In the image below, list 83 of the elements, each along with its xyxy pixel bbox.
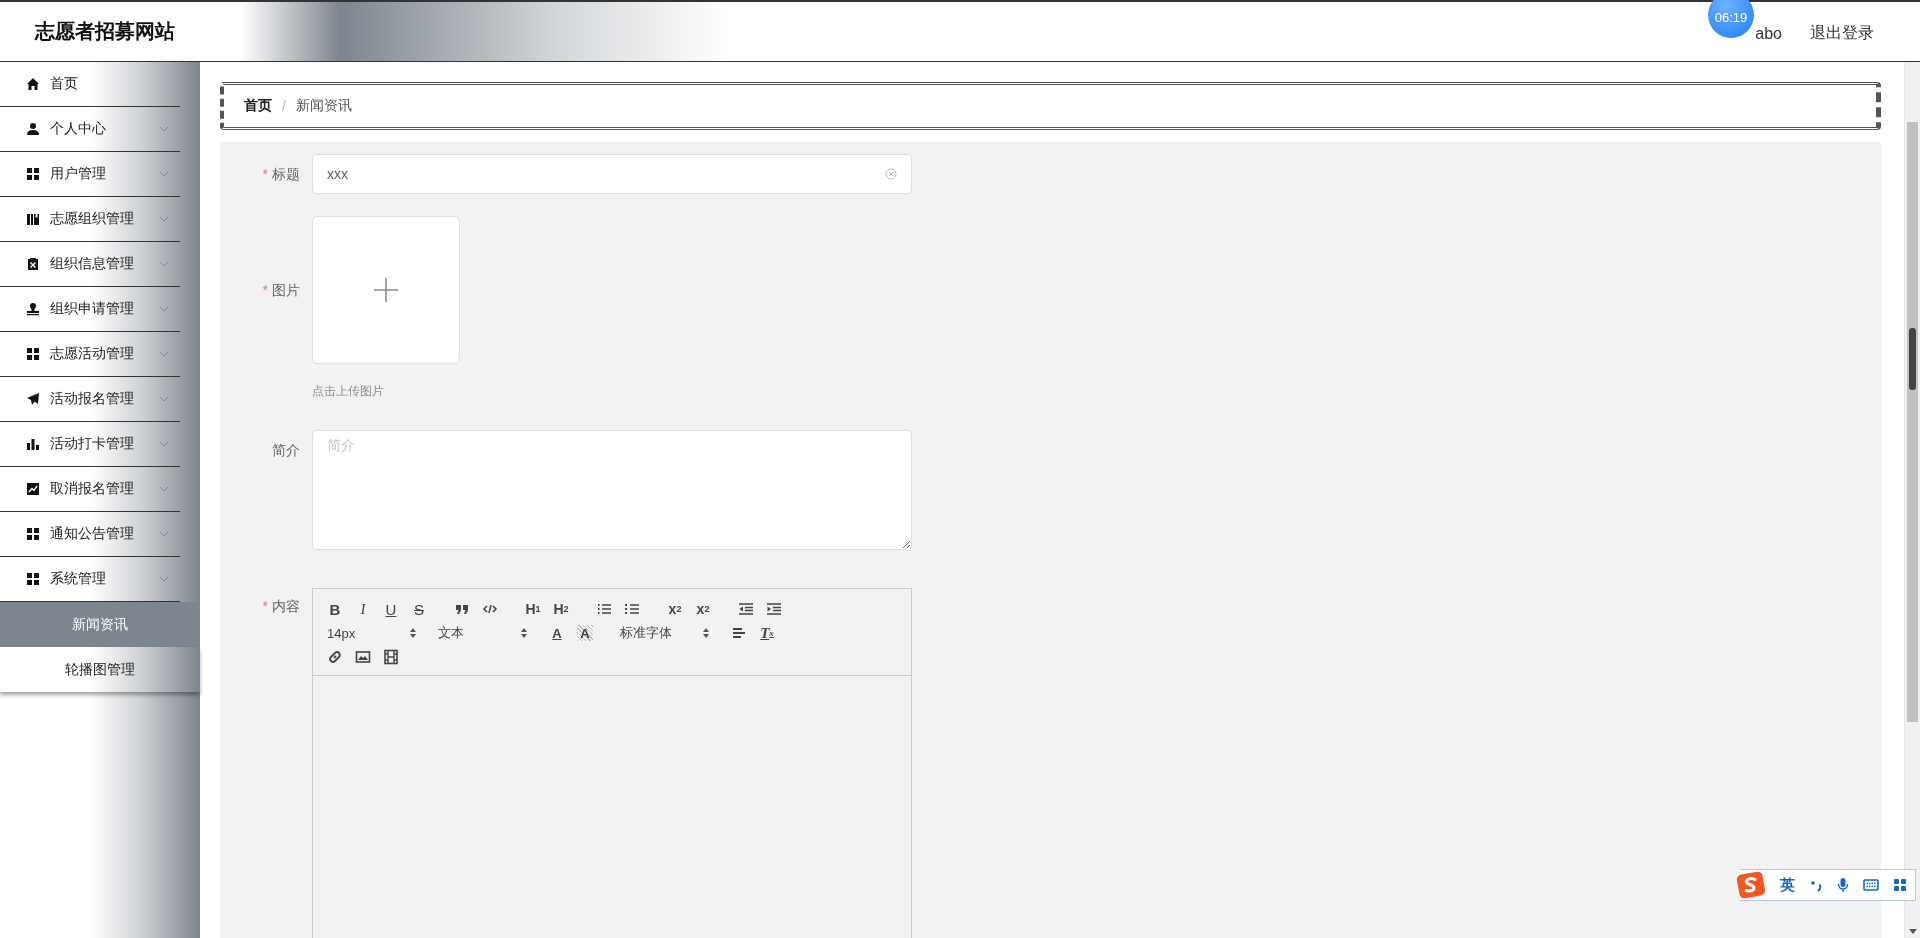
grid-icon [26, 167, 40, 181]
microphone-icon [1837, 877, 1849, 893]
bullet-list-icon[interactable] [624, 602, 640, 616]
grid-icon [1893, 878, 1907, 892]
dropdown-select[interactable]: 标准字体 [614, 624, 710, 642]
highlight-button[interactable]: A [577, 625, 593, 641]
menu-item[interactable]: 组织申请管理 [0, 287, 180, 332]
image-icon[interactable] [355, 650, 371, 664]
menu-item[interactable]: 志愿组织管理 [0, 197, 180, 242]
submenu-item[interactable]: 轮播图管理 [0, 647, 200, 692]
keyboard-icon [1863, 879, 1879, 891]
required-mark: * [262, 281, 268, 300]
menu-item[interactable]: 通知公告管理 [0, 512, 180, 557]
chevron-down-icon [158, 394, 170, 404]
clock-bubble: 06:19 [1708, 0, 1754, 38]
film-icon[interactable] [383, 649, 399, 665]
menu-item[interactable]: 取消报名管理 [0, 467, 180, 512]
menu-item[interactable]: 个人中心 [0, 107, 180, 152]
indent-icon[interactable] [766, 602, 782, 616]
italic-button[interactable]: I [349, 597, 377, 621]
breadcrumb-current: 新闻资讯 [295, 97, 352, 115]
dropdown-select[interactable]: 14px [321, 625, 417, 641]
field-label: 图片 [272, 281, 300, 300]
stamp-icon [26, 302, 40, 316]
breadcrumb-separator: / [282, 98, 286, 114]
title-field[interactable]: xxx [312, 154, 912, 194]
upload-hint: 点击上传图片 [312, 383, 385, 400]
outdent-icon[interactable] [738, 602, 754, 616]
dropdown-select[interactable]: 文本 [432, 624, 528, 642]
underline-button[interactable]: U [377, 597, 405, 621]
grid-icon [26, 572, 40, 586]
sort-arrows-icon [409, 627, 417, 639]
bar-chart-icon [26, 437, 40, 451]
sort-arrows-icon [520, 627, 528, 639]
field-label: 简介 [272, 441, 300, 460]
strikethrough-button[interactable]: S [405, 597, 433, 621]
chevron-down-icon [158, 484, 170, 494]
link-icon[interactable] [327, 649, 343, 665]
summary-field[interactable]: 简介 [312, 430, 912, 550]
field-label: 内容 [272, 598, 300, 614]
quote-icon[interactable] [454, 602, 470, 616]
bold-button[interactable]: B [321, 597, 349, 621]
required-mark: * [262, 165, 268, 184]
grid-icon [26, 347, 40, 361]
logout-link[interactable]: 退出登录 [1810, 23, 1874, 44]
align-left-icon[interactable] [731, 626, 747, 640]
chevron-down-icon [158, 124, 170, 134]
chevron-down-icon [158, 169, 170, 179]
chevron-down-icon [158, 349, 170, 359]
home-icon [26, 77, 40, 91]
breadcrumb-link[interactable]: 首页 [244, 97, 272, 115]
site-title: 志愿者招募网站 [35, 19, 175, 44]
menu-item[interactable]: 活动报名管理 [0, 377, 180, 422]
chevron-down-icon [158, 214, 170, 224]
chevron-down-icon [158, 574, 170, 584]
user-icon [26, 122, 40, 136]
clipboard-icon [26, 257, 40, 271]
chevron-down-icon [158, 439, 170, 449]
chevron-down-icon [158, 529, 170, 539]
required-mark: * [262, 598, 268, 614]
menu-item[interactable]: 首页 [0, 62, 180, 107]
scrollbar[interactable] [1904, 62, 1920, 938]
grid-icon [26, 527, 40, 541]
numbered-list-icon[interactable] [596, 602, 612, 616]
menu-item[interactable]: 活动打卡管理 [0, 422, 180, 467]
menu-item[interactable]: 用户管理 [0, 152, 180, 197]
user-name: abo [1755, 24, 1782, 43]
text-color-button[interactable]: A [543, 621, 571, 645]
input-mode-label[interactable]: 英 [1780, 875, 1795, 895]
chevron-down-icon [158, 259, 170, 269]
paper-plane-icon [26, 392, 40, 406]
code-icon[interactable] [482, 602, 498, 616]
script-button[interactable]: x$^{2}$ [689, 597, 717, 621]
plus-icon [373, 277, 399, 303]
line-chart-icon [26, 482, 40, 496]
chevron-down-icon [158, 304, 170, 314]
clear-icon [885, 168, 897, 180]
menu-item[interactable]: 志愿活动管理 [0, 332, 180, 377]
submenu-item[interactable]: 新闻资讯 [0, 602, 200, 647]
field-label: 标题 [272, 165, 300, 184]
books-icon [26, 212, 40, 226]
sort-arrows-icon [702, 627, 710, 639]
menu-item[interactable]: 组织信息管理 [0, 242, 180, 287]
